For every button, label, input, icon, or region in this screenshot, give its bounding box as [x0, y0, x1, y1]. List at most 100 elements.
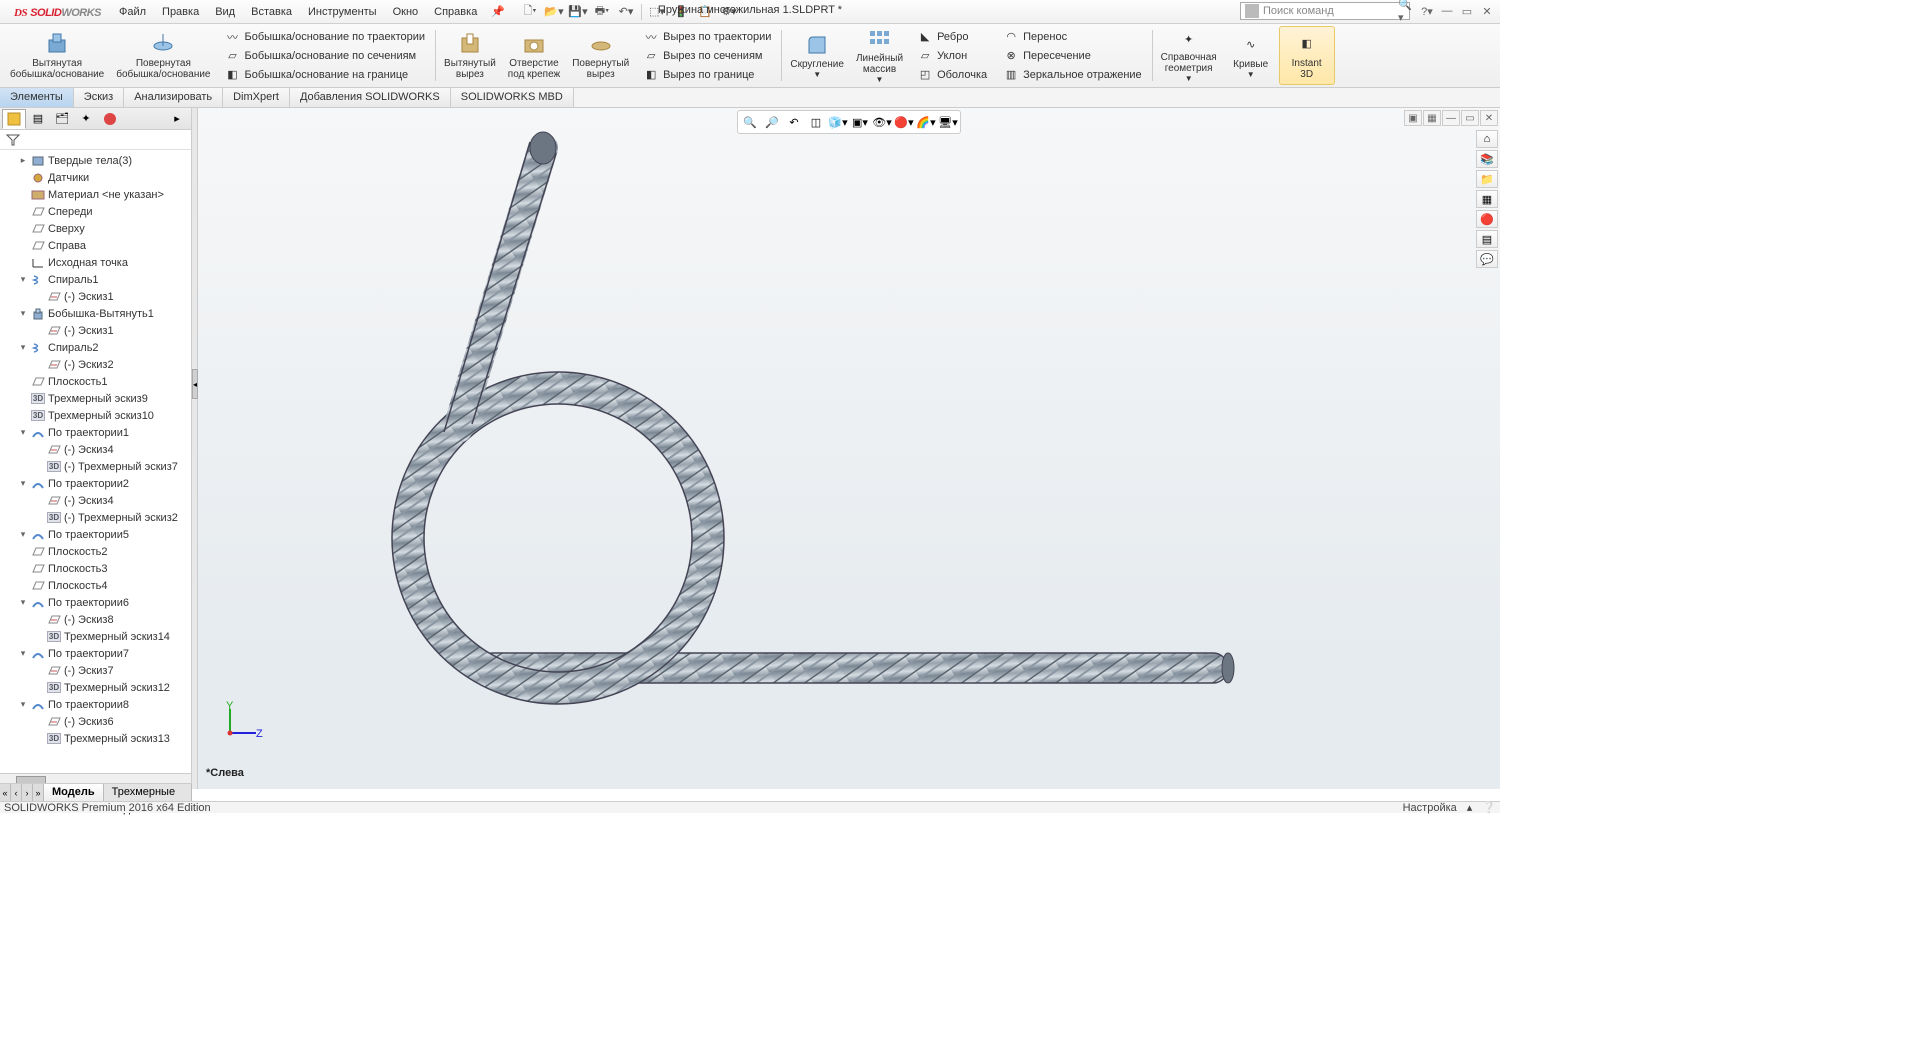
open-icon[interactable]: 📂▾ [543, 2, 565, 22]
viewport[interactable]: ▣ ▦ — ▭ ✕ 🔍 🔎 ↶ ◫ 🧊▾ ▣▾ 👁▾ 🔴▾ 🌈▾ 🖥▾ ⌂ 📚 … [198, 108, 1500, 789]
vp-layout1-icon[interactable]: ▣ [1404, 110, 1422, 126]
menu-edit[interactable]: Правка [154, 0, 207, 24]
tree-item[interactable]: ▾По траектории1 [0, 424, 191, 441]
revolve-cut-button[interactable]: Повернутый вырез [566, 26, 635, 85]
tree-item[interactable]: 3DТрехмерный эскиз12 [0, 679, 191, 696]
tree-item[interactable]: ▾Бобышка-Вытянуть1 [0, 305, 191, 322]
expand-icon[interactable]: ▸ [18, 155, 28, 166]
next-icon[interactable]: › [22, 784, 33, 801]
tree-item[interactable]: ▾По траектории6 [0, 594, 191, 611]
menu-file[interactable]: Файл [111, 0, 154, 24]
tree-item[interactable]: 3D(-) Трехмерный эскиз7 [0, 458, 191, 475]
menu-window[interactable]: Окно [385, 0, 427, 24]
tree-item[interactable]: Сверху [0, 220, 191, 237]
expand-icon[interactable]: ▾ [18, 529, 28, 540]
dim-tab[interactable]: ✦ [74, 109, 98, 129]
expand-icon[interactable]: ▾ [18, 648, 28, 659]
tree-item[interactable]: ▾По траектории7 [0, 645, 191, 662]
tree-item[interactable]: 3D(-) Трехмерный эскиз2 [0, 509, 191, 526]
tree-item[interactable]: (-) Эскиз2 [0, 356, 191, 373]
tree-item[interactable]: ▾Спираль1 [0, 271, 191, 288]
library-icon[interactable]: 📚 [1476, 150, 1498, 168]
save-icon[interactable]: 💾▾ [567, 2, 589, 22]
sweep-cut-button[interactable]: 〰Вырез по траектории [639, 28, 775, 46]
forum-icon[interactable]: 💬 [1476, 250, 1498, 268]
mirror-button[interactable]: ▥Зеркальное отражение [999, 66, 1146, 84]
linear-pattern-button[interactable]: Линейный массив▼ [850, 26, 909, 85]
feature-tree-tab[interactable] [2, 109, 26, 129]
tree-item[interactable]: 3DТрехмерный эскиз14 [0, 628, 191, 645]
prev-icon[interactable]: ‹ [11, 784, 22, 801]
expand-icon[interactable]: ▾ [18, 597, 28, 608]
feature-tree[interactable]: ▸Твердые тела(3)ДатчикиМатериал <не указ… [0, 150, 191, 773]
vp-max-icon[interactable]: ▭ [1461, 110, 1479, 126]
expand-icon[interactable]: ▾ [18, 478, 28, 489]
loft-cut-button[interactable]: ▱Вырез по сечениям [639, 47, 775, 65]
hole-wizard-button[interactable]: Отверстие под крепеж [502, 26, 566, 85]
status-help-icon[interactable]: ❔ [1482, 801, 1496, 814]
minimize-icon[interactable]: — [1438, 2, 1456, 20]
vp-layout2-icon[interactable]: ▦ [1423, 110, 1441, 126]
wrap-button[interactable]: ◠Перенос [999, 28, 1146, 46]
status-chevron-icon[interactable]: ▴ [1467, 801, 1473, 814]
print-icon[interactable]: 🖶▾ [591, 2, 613, 22]
search-glass-icon[interactable]: 🔍▾ [1398, 2, 1416, 20]
tree-item[interactable]: ▸Твердые тела(3) [0, 152, 191, 169]
more-tabs[interactable]: ▸ [165, 109, 189, 129]
tab-addins[interactable]: Добавления SOLIDWORKS [290, 88, 451, 107]
extrude-boss-button[interactable]: Вытянутая бобышка/основание [4, 26, 110, 85]
config-tab[interactable]: 🗂 [50, 109, 74, 129]
filter-bar[interactable] [0, 130, 191, 150]
vp-min-icon[interactable]: — [1442, 110, 1460, 126]
menu-tools[interactable]: Инструменты [300, 0, 385, 24]
intersect-button[interactable]: ⊗Пересечение [999, 47, 1146, 65]
tree-item[interactable]: Датчики [0, 169, 191, 186]
menu-help[interactable]: Справка [426, 0, 485, 24]
tree-item[interactable]: ▾Спираль2 [0, 339, 191, 356]
last-icon[interactable]: » [33, 784, 44, 801]
file-explorer-icon[interactable]: 📁 [1476, 170, 1498, 188]
shell-button[interactable]: ◰Оболочка [913, 66, 991, 84]
loft-boss-button[interactable]: ▱Бобышка/основание по сечениям [221, 47, 430, 65]
tree-item[interactable]: (-) Эскиз1 [0, 322, 191, 339]
tab-sketch[interactable]: Эскиз [74, 88, 124, 107]
view-palette-icon[interactable]: ▦ [1476, 190, 1498, 208]
status-customize[interactable]: Настройка [1403, 802, 1457, 814]
tree-item[interactable]: (-) Эскиз7 [0, 662, 191, 679]
tree-item[interactable]: 3DТрехмерный эскиз10 [0, 407, 191, 424]
boundary-boss-button[interactable]: ◧Бобышка/основание на границе [221, 66, 430, 84]
expand-icon[interactable]: ▾ [18, 308, 28, 319]
ref-geometry-button[interactable]: ✦Справочная геометрия▼ [1155, 26, 1223, 85]
tree-item[interactable]: Плоскость3 [0, 560, 191, 577]
maximize-icon[interactable]: ▭ [1458, 2, 1476, 20]
curves-button[interactable]: ∿Кривые▼ [1223, 26, 1279, 85]
tree-item[interactable]: Плоскость1 [0, 373, 191, 390]
appearance-tab[interactable] [98, 109, 122, 129]
vp-close-icon[interactable]: ✕ [1480, 110, 1498, 126]
pin-icon[interactable]: 📌 [485, 5, 511, 18]
tab-model[interactable]: Модель [44, 784, 104, 801]
menu-view[interactable]: Вид [207, 0, 243, 24]
tab-mbd[interactable]: SOLIDWORKS MBD [451, 88, 574, 107]
draft-button[interactable]: ▱Уклон [913, 47, 991, 65]
menu-insert[interactable]: Вставка [243, 0, 300, 24]
tree-item[interactable]: (-) Эскиз8 [0, 611, 191, 628]
tree-item[interactable]: (-) Эскиз1 [0, 288, 191, 305]
rib-button[interactable]: ◣Ребро [913, 28, 991, 46]
new-icon[interactable]: 🗋▾ [519, 2, 541, 22]
expand-icon[interactable]: ▾ [18, 274, 28, 285]
tree-item[interactable]: Плоскость2 [0, 543, 191, 560]
fillet-button[interactable]: Скругление▼ [784, 26, 850, 85]
expand-icon[interactable]: ▾ [18, 427, 28, 438]
tree-item[interactable]: Справа [0, 237, 191, 254]
extrude-cut-button[interactable]: Вытянутый вырез [438, 26, 502, 85]
tree-item[interactable]: Плоскость4 [0, 577, 191, 594]
tree-item[interactable]: 3DТрехмерный эскиз13 [0, 730, 191, 747]
first-icon[interactable]: « [0, 784, 11, 801]
boundary-cut-button[interactable]: ◧Вырез по границе [639, 66, 775, 84]
tab-dimxpert[interactable]: DimXpert [223, 88, 290, 107]
appearances-icon[interactable]: 🔴 [1476, 210, 1498, 228]
tree-item[interactable]: (-) Эскиз4 [0, 441, 191, 458]
property-tab[interactable]: ▤ [26, 109, 50, 129]
tree-item[interactable]: ▾По траектории5 [0, 526, 191, 543]
